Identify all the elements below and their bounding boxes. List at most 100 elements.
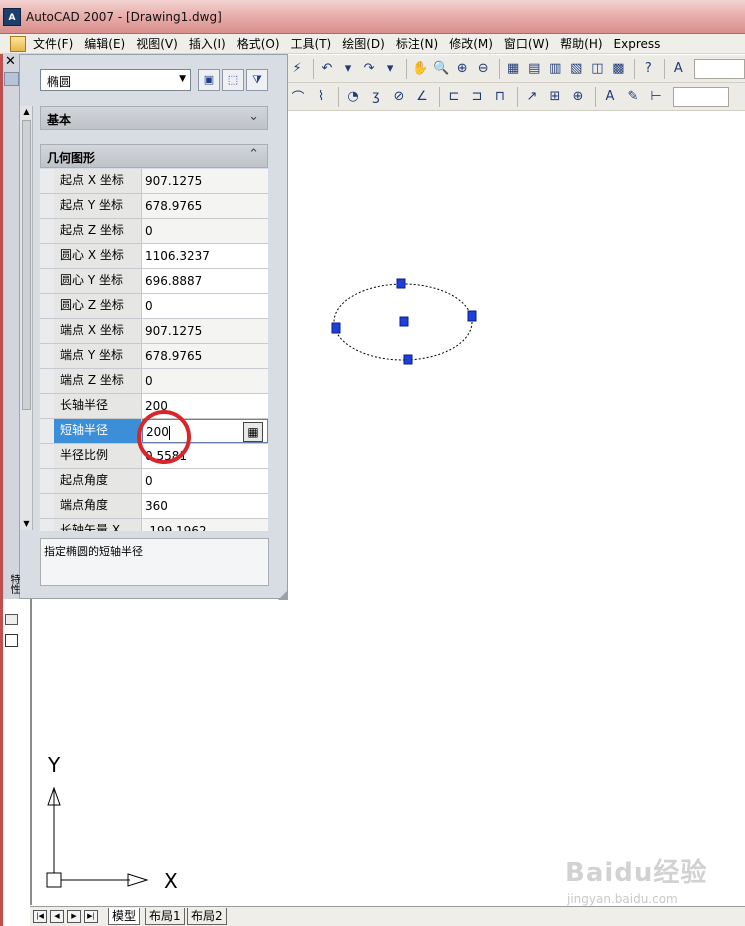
zoom-window-icon[interactable]: ⊕	[453, 59, 471, 79]
prop-value[interactable]: 360	[142, 494, 268, 518]
redo-icon[interactable]: ↷	[360, 59, 378, 79]
undo-dropdown-icon[interactable]: ▾	[339, 59, 357, 79]
prop-row-center-z[interactable]: 圆心 Z 坐标 0	[40, 294, 268, 319]
tool-palettes-icon[interactable]: ▥	[546, 59, 564, 79]
tolerance-icon[interactable]: ⊞	[545, 87, 565, 107]
text-style-select[interactable]	[694, 58, 745, 79]
prop-value[interactable]: 0	[142, 294, 268, 318]
menu-dimension[interactable]: 标注(N)	[396, 34, 445, 54]
prop-value[interactable]: 1106.3237	[142, 244, 268, 268]
prop-row-major-vector-x[interactable]: 长轴矢量 X -199.1962	[40, 519, 268, 531]
pickadd-toggle-icon[interactable]: ▣	[198, 69, 220, 91]
dimension-text-edit-icon[interactable]: ✎	[623, 87, 643, 107]
text-style-icon[interactable]: A	[669, 59, 687, 79]
palette-menu-icon[interactable]	[5, 614, 18, 625]
tab-layout1[interactable]: 布局1	[145, 908, 185, 925]
tab-model[interactable]: 模型	[108, 908, 141, 925]
category-basic[interactable]: 基本 ⌄	[40, 106, 268, 130]
prop-row-start-z[interactable]: 起点 Z 坐标 0	[40, 219, 268, 244]
menu-help[interactable]: 帮助(H)	[560, 34, 609, 54]
prop-row-end-angle[interactable]: 端点角度 360	[40, 494, 268, 519]
radius-icon[interactable]: ◔	[343, 87, 363, 107]
diameter-icon[interactable]: ⊘	[389, 87, 409, 107]
prop-row-center-x[interactable]: 圆心 X 坐标 1106.3237	[40, 244, 268, 269]
sheet-set-icon[interactable]: ▧	[567, 59, 585, 79]
prop-value[interactable]: 907.1275	[142, 169, 268, 193]
menu-view[interactable]: 视图(V)	[136, 34, 185, 54]
prop-value[interactable]: 0	[142, 369, 268, 393]
close-icon[interactable]: ✕	[5, 54, 16, 69]
expand-chevron-icon[interactable]: ⌄	[248, 109, 259, 124]
baseline-icon[interactable]: ⊐	[467, 87, 487, 107]
ellipse-grip-left[interactable]	[331, 322, 341, 334]
category-geometry[interactable]: 几何图形 ⌃	[40, 144, 268, 168]
arc-length-icon[interactable]: ⌒	[288, 87, 308, 107]
menu-file[interactable]: 文件(F)	[33, 34, 80, 54]
pan-icon[interactable]: ✋	[411, 59, 429, 79]
palette-scrollbar[interactable]: ▲ ▼	[20, 106, 33, 530]
prop-value[interactable]: 907.1275	[142, 319, 268, 343]
auto-hide-icon[interactable]	[4, 72, 19, 86]
undo-icon[interactable]: ↶	[318, 59, 336, 79]
scroll-down-icon[interactable]: ▼	[21, 518, 32, 530]
leader-icon[interactable]: ↗	[522, 87, 542, 107]
zoom-realtime-icon[interactable]: 🔍	[432, 59, 450, 79]
calculator-icon[interactable]: ▩	[609, 59, 627, 79]
ellipse-grip-center[interactable]	[399, 316, 409, 327]
prop-row-start-y[interactable]: 起点 Y 坐标 678.9765	[40, 194, 268, 219]
ellipse-grip-right[interactable]	[467, 310, 477, 322]
markup-icon[interactable]: ◫	[588, 59, 606, 79]
chevron-down-icon[interactable]: ▼	[179, 74, 186, 84]
menu-format[interactable]: 格式(O)	[237, 34, 287, 54]
jogged-icon[interactable]: ʒ	[366, 87, 386, 107]
menu-window[interactable]: 窗口(W)	[504, 34, 556, 54]
dimension-edit-icon[interactable]: A	[600, 87, 620, 107]
prop-row-end-y[interactable]: 端点 Y 坐标 678.9765	[40, 344, 268, 369]
menu-modify[interactable]: 修改(M)	[449, 34, 500, 54]
properties-icon[interactable]: ▦	[504, 59, 522, 79]
last-tab-icon[interactable]: ▶|	[84, 910, 98, 923]
palette-resize-grip[interactable]	[278, 590, 288, 600]
ellipse-grip-top[interactable]	[396, 278, 406, 289]
continue-icon[interactable]: ⊓	[490, 87, 510, 107]
help-icon[interactable]: ?	[639, 59, 657, 79]
palette-title-bar[interactable]: ✕ 特性	[3, 54, 20, 647]
menu-insert[interactable]: 插入(I)	[189, 34, 233, 54]
scroll-up-icon[interactable]: ▲	[21, 106, 32, 118]
prop-value[interactable]: 0	[142, 219, 268, 243]
prop-row-start-angle[interactable]: 起点角度 0	[40, 469, 268, 494]
prop-value[interactable]: 678.9765	[142, 194, 268, 218]
prev-tab-icon[interactable]: ◀	[50, 910, 64, 923]
prop-row-start-x[interactable]: 起点 X 坐标 907.1275	[40, 169, 268, 194]
prop-row-center-y[interactable]: 圆心 Y 坐标 696.8887	[40, 269, 268, 294]
prop-row-end-z[interactable]: 端点 Z 坐标 0	[40, 369, 268, 394]
angular-icon[interactable]: ∠	[412, 87, 432, 107]
select-objects-icon[interactable]: ⬚	[222, 69, 244, 91]
scroll-thumb[interactable]	[22, 120, 31, 410]
prop-value[interactable]: 696.8887	[142, 269, 268, 293]
redo-dropdown-icon[interactable]: ▾	[381, 59, 399, 79]
prop-value[interactable]: 678.9765	[142, 344, 268, 368]
menu-express[interactable]: Express	[614, 34, 668, 54]
prop-value[interactable]: -199.1962	[142, 519, 268, 531]
center-mark-icon[interactable]: ⊕	[568, 87, 588, 107]
menu-edit[interactable]: 编辑(E)	[84, 34, 132, 54]
menu-tools[interactable]: 工具(T)	[291, 34, 339, 54]
design-center-icon[interactable]: ▤	[525, 59, 543, 79]
first-tab-icon[interactable]: |◀	[33, 910, 47, 923]
object-type-select[interactable]: 椭圆 ▼	[40, 69, 191, 91]
palette-properties-icon[interactable]	[5, 634, 18, 647]
quick-select-icon[interactable]: ⧩	[246, 69, 268, 91]
ordinate-icon[interactable]: ⌇	[311, 87, 331, 107]
menu-draw[interactable]: 绘图(D)	[342, 34, 392, 54]
autocad-app-icon[interactable]: A	[3, 8, 21, 26]
calculator-icon[interactable]: ▦	[243, 422, 263, 442]
prop-value[interactable]: 0	[142, 469, 268, 493]
dimension-update-icon[interactable]: ⊢	[646, 87, 666, 107]
document-icon[interactable]	[10, 36, 26, 52]
tab-layout2[interactable]: 布局2	[187, 908, 227, 925]
ellipse-grip-bottom[interactable]	[403, 354, 413, 365]
quick-dimension-icon[interactable]: ⊏	[444, 87, 464, 107]
next-tab-icon[interactable]: ▶	[67, 910, 81, 923]
prop-row-end-x[interactable]: 端点 X 坐标 907.1275	[40, 319, 268, 344]
